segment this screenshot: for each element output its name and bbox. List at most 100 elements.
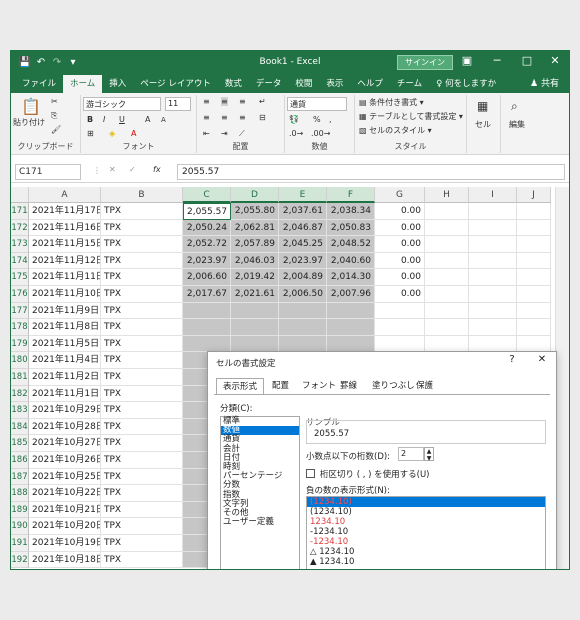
cell[interactable]: 2,055.80	[231, 203, 279, 220]
column-header-e[interactable]: E	[279, 187, 327, 203]
cell[interactable]	[469, 203, 517, 220]
cell[interactable]: 2,050.24	[183, 219, 231, 237]
cell[interactable]: 2021年10月19日	[29, 535, 101, 552]
cell[interactable]: 2021年10月21日	[29, 501, 101, 519]
row-header[interactable]: 171	[11, 203, 29, 220]
editing-group[interactable]: ⌕ 編集	[501, 95, 537, 153]
row-header[interactable]: 181	[11, 369, 29, 386]
row-header[interactable]: 176	[11, 286, 29, 303]
cell[interactable]	[425, 236, 469, 253]
decrease-decimal-icon[interactable]: .00→	[311, 129, 330, 138]
share-button[interactable]: ♟ 共有	[530, 75, 569, 93]
align-top-icon[interactable]: ≡	[203, 97, 210, 106]
cell[interactable]: TPX	[101, 236, 183, 253]
column-header-j[interactable]: J	[517, 187, 551, 203]
cell[interactable]: TPX	[101, 319, 183, 336]
cell[interactable]: 2021年10月28日	[29, 418, 101, 436]
category-item[interactable]: ユーザー定義	[221, 517, 299, 527]
cell[interactable]: 0.00	[375, 286, 425, 303]
cell[interactable]: TPX	[101, 452, 183, 469]
cell[interactable]	[517, 252, 551, 270]
cell[interactable]	[469, 236, 517, 253]
paste-label[interactable]: 貼り付け	[13, 117, 45, 128]
cell[interactable]: 2,006.60	[183, 269, 231, 286]
cell[interactable]	[425, 335, 469, 353]
cell[interactable]	[327, 302, 375, 320]
row-header[interactable]: 189	[11, 501, 29, 519]
column-header-g[interactable]: G	[375, 187, 425, 203]
redo-icon[interactable]: ↷	[49, 57, 65, 68]
column-header-h[interactable]: H	[425, 187, 469, 203]
negative-format-item[interactable]: △ 1234.10	[307, 547, 545, 557]
row-header[interactable]: 173	[11, 236, 29, 253]
row-header[interactable]: 175	[11, 269, 29, 286]
font-name-select[interactable]: 游ゴシック	[83, 97, 161, 111]
cell[interactable]: 2021年11月16日	[29, 219, 101, 237]
indent-decrease-icon[interactable]: ⇤	[203, 129, 210, 138]
wrap-text-icon[interactable]: ↵	[259, 97, 266, 106]
cell[interactable]	[327, 335, 375, 353]
cell[interactable]: TPX	[101, 402, 183, 419]
cell[interactable]: 2021年11月4日	[29, 352, 101, 369]
cell[interactable]	[375, 335, 425, 353]
cell[interactable]	[517, 286, 551, 303]
italic-button[interactable]: I	[103, 115, 105, 124]
percent-button[interactable]: %	[313, 115, 321, 124]
cell[interactable]	[425, 269, 469, 286]
tab-data[interactable]: データ	[249, 75, 289, 93]
cell[interactable]: 2,023.97	[279, 252, 327, 270]
cell[interactable]: 2,004.89	[279, 269, 327, 286]
cell[interactable]: 2,006.50	[279, 286, 327, 303]
cell[interactable]: 2,046.87	[279, 219, 327, 237]
cell[interactable]	[375, 319, 425, 336]
cell[interactable]: 2,055.57	[183, 203, 231, 220]
cell[interactable]: TPX	[101, 335, 183, 353]
column-header-i[interactable]: I	[469, 187, 517, 203]
cell[interactable]	[231, 302, 279, 320]
tab-formulas[interactable]: 数式	[218, 75, 249, 93]
cell[interactable]: 0.00	[375, 203, 425, 220]
cell[interactable]	[425, 219, 469, 237]
select-all-corner[interactable]	[11, 187, 29, 203]
negative-format-list[interactable]: (1234.10) (1234.10) 1234.10 -1234.10 -1234.1…	[306, 496, 546, 569]
row-header[interactable]: 182	[11, 385, 29, 403]
font-color-icon[interactable]: A	[131, 129, 136, 138]
cell-styles-button[interactable]: ▧ セルのスタイル ▾	[359, 125, 432, 136]
cell[interactable]: 2021年11月17日	[29, 203, 101, 220]
cell[interactable]: 2021年11月8日	[29, 319, 101, 336]
cell[interactable]	[517, 335, 551, 353]
cell[interactable]	[279, 319, 327, 336]
cell[interactable]: 2021年10月27日	[29, 435, 101, 452]
row-header[interactable]: 186	[11, 452, 29, 469]
align-bottom-icon[interactable]: ≡	[239, 97, 246, 106]
negative-format-item[interactable]: (1234.10)	[307, 507, 545, 517]
save-icon[interactable]: 💾	[17, 57, 33, 68]
cell[interactable]	[517, 269, 551, 286]
number-format-select[interactable]: 通貨	[287, 97, 347, 111]
formula-input[interactable]: 2055.57	[177, 164, 565, 180]
column-header-d[interactable]: D	[231, 187, 279, 203]
tab-team[interactable]: チーム	[390, 75, 429, 93]
cell[interactable]	[279, 335, 327, 353]
cell[interactable]: TPX	[101, 302, 183, 320]
row-header[interactable]: 192	[11, 551, 29, 569]
row-header[interactable]: 177	[11, 302, 29, 320]
row-header[interactable]: 187	[11, 468, 29, 486]
cells-group[interactable]: ▦ セル	[467, 95, 501, 153]
cell[interactable]: 0.00	[375, 269, 425, 286]
cell[interactable]: 2,057.89	[231, 236, 279, 253]
negative-format-item[interactable]: (1234.10)	[307, 497, 545, 507]
cell[interactable]	[231, 319, 279, 336]
row-header[interactable]: 184	[11, 418, 29, 436]
paste-icon[interactable]: 📋	[21, 97, 41, 116]
separator-checkbox[interactable]	[306, 469, 315, 478]
insert-function-button[interactable]: fx	[153, 165, 161, 174]
row-header[interactable]: 190	[11, 518, 29, 535]
cell[interactable]	[183, 335, 231, 353]
cell[interactable]	[469, 252, 517, 270]
dialog-tab-number[interactable]: 表示形式	[216, 378, 265, 395]
name-box[interactable]: C171	[15, 164, 81, 180]
format-as-table-button[interactable]: ▦ テーブルとして書式設定 ▾	[359, 111, 463, 122]
cell[interactable]	[279, 302, 327, 320]
negative-format-item[interactable]: -1234.10	[307, 527, 545, 537]
